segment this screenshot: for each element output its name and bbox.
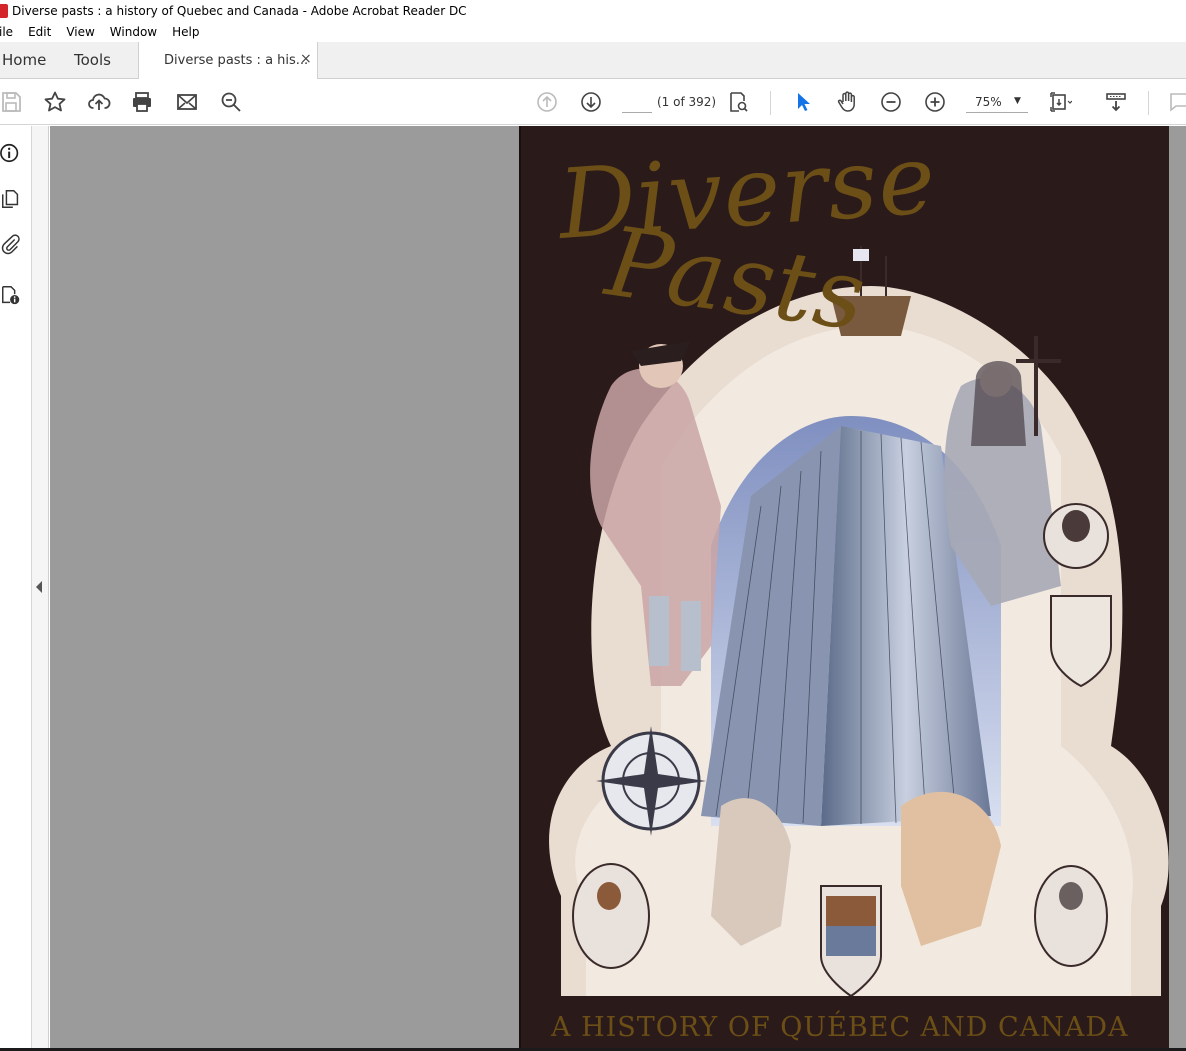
zoom-in-icon[interactable] [922,89,948,115]
menu-edit[interactable]: Edit [28,25,51,39]
page-count: (1 of 392) [657,95,717,109]
bookmark-star-icon[interactable] [42,89,68,115]
upload-cloud-icon[interactable] [86,89,112,115]
document-properties-icon[interactable] [0,283,22,307]
toolbar-separator [1148,91,1149,115]
print-icon[interactable] [129,89,155,115]
chevron-down-icon: ▼ [1014,96,1021,106]
tab-home[interactable]: Home [2,51,46,69]
cover-title-word-2: Pasts [599,205,873,353]
scroll-mode-icon[interactable] [1103,89,1129,115]
next-page-icon[interactable] [578,89,604,115]
menu-help[interactable]: Help [172,25,199,39]
zoom-select[interactable]: 75% ▼ [966,91,1028,113]
tab-document[interactable]: Diverse pasts : a his... × [138,42,318,80]
menu-file[interactable]: ile [0,25,13,39]
tab-document-label: Diverse pasts : a his... [164,53,309,68]
tab-tools[interactable]: Tools [74,51,111,69]
menu-bar: ile Edit View Window Help [0,22,1186,42]
close-tab-icon[interactable]: × [300,51,312,67]
cover-subtitle: A HISTORY OF QUÉBEC AND CANADA [551,1012,1129,1043]
previous-page-icon[interactable] [534,89,560,115]
expand-pane-arrow-icon[interactable] [36,581,42,593]
zoom-out-icon[interactable] [878,89,904,115]
page-number-input[interactable] [622,91,652,113]
attachments-paperclip-icon[interactable] [0,233,22,257]
zoom-value: 75% [975,95,1002,109]
find-zoom-icon[interactable] [218,89,244,115]
fit-page-icon[interactable] [1047,89,1073,115]
toolbar: (1 of 392) 75% ▼ [0,79,1186,125]
toolbar-separator [770,91,771,115]
acrobat-app-icon [0,4,8,18]
comment-icon[interactable] [1166,89,1186,115]
window-title: Diverse pasts : a history of Quebec and … [12,4,467,18]
email-icon[interactable] [174,89,200,115]
left-navigation-pane [0,126,32,1051]
menu-view[interactable]: View [66,25,94,39]
collapsed-pane-strip [32,126,49,1051]
menu-window[interactable]: Window [110,25,157,39]
info-icon[interactable] [0,141,22,165]
book-cover-page: Diverse Pasts A HISTORY OF QUÉBEC AND CA… [519,126,1169,1051]
page-thumbnails-icon[interactable] [0,187,22,211]
select-cursor-icon[interactable] [790,89,816,115]
save-icon[interactable] [0,89,24,115]
page-search-icon[interactable] [725,89,751,115]
tab-bar: Home Tools Diverse pasts : a his... × [0,42,1186,80]
document-viewport[interactable]: Diverse Pasts A HISTORY OF QUÉBEC AND CA… [50,126,1186,1051]
hand-tool-icon[interactable] [834,89,860,115]
title-bar: Diverse pasts : a history of Quebec and … [0,0,1186,22]
